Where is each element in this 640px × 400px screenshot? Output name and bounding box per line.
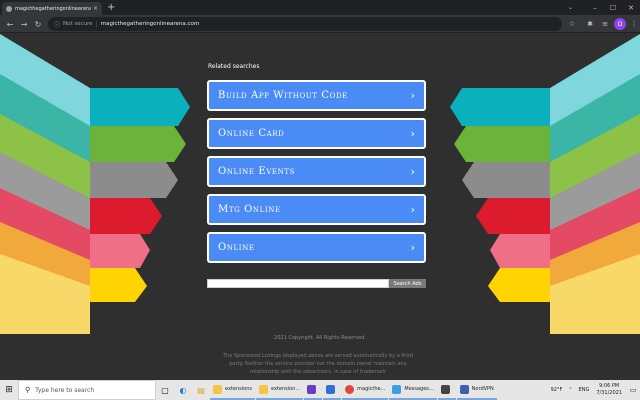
chrome-icon: [345, 384, 355, 394]
globe-icon: [6, 5, 12, 12]
tab-search-icon[interactable]: ⌄: [568, 0, 578, 15]
arrow-left-red: [90, 198, 162, 234]
edge-icon[interactable]: ◐: [174, 380, 192, 400]
minimize-icon[interactable]: –: [586, 0, 604, 15]
taskbar-app-label: Messages...: [404, 386, 434, 392]
app-icon: [440, 384, 450, 394]
weather-text[interactable]: 92°F: [551, 387, 563, 393]
copyright-text: 2021 Copyright. All Rights Reserved.: [274, 335, 366, 341]
extensions-icon[interactable]: ✱: [584, 18, 596, 30]
browser-tab[interactable]: magicthegatheringonlinearena.co ×: [2, 2, 102, 15]
clock[interactable]: 9:06 PM 7/31/2021: [596, 383, 622, 397]
arrow-right-gray: [462, 162, 550, 198]
profile-avatar[interactable]: D: [614, 18, 626, 30]
clock-date: 7/31/2021: [596, 390, 622, 396]
arrow-right-yellow: [488, 268, 550, 302]
taskbar-app-purple[interactable]: [304, 380, 323, 400]
taskbar-app-label: extension...: [270, 386, 301, 392]
link-label: Online: [218, 242, 255, 253]
mail-icon: [326, 384, 336, 394]
arrow-right-green: [454, 126, 550, 162]
close-window-icon[interactable]: ✕: [622, 0, 640, 15]
ad-search-form: Search Ads: [207, 279, 426, 288]
arrow-left-teal: [90, 88, 190, 126]
tab-strip: magicthegatheringonlinearena.co × + ⌄ – …: [0, 0, 640, 15]
arrow-right-teal: [450, 88, 550, 126]
chevron-right-icon: ›: [410, 127, 415, 140]
ad-search-input[interactable]: [207, 279, 389, 288]
url-text[interactable]: magicthegatheringonlinearena.com: [101, 21, 199, 27]
taskbar-app-label: magicthe...: [357, 386, 386, 392]
task-view-icon[interactable]: ▢: [156, 380, 174, 400]
link-label: Online Events: [218, 166, 296, 177]
search-ads-button[interactable]: Search Ads: [389, 279, 426, 288]
taskbar-app-dark[interactable]: [437, 380, 456, 400]
forward-icon[interactable]: →: [18, 18, 30, 30]
chevron-right-icon: ›: [410, 89, 415, 102]
taskbar-app-extensions-2[interactable]: extension...: [255, 380, 304, 400]
menu-icon[interactable]: ⋮: [628, 18, 640, 30]
arrow-left-gray: [90, 162, 178, 198]
arrow-left-yellow: [90, 268, 147, 302]
messages-icon: [392, 384, 402, 394]
disclaimer-text: The Sponsored Listings displayed above a…: [222, 353, 414, 375]
bookmark-star-icon[interactable]: ☆: [566, 18, 578, 30]
info-icon[interactable]: ⓘ: [54, 20, 60, 29]
taskbar-search-placeholder: Type here to search: [35, 386, 95, 394]
notification-icon[interactable]: ▭: [626, 380, 640, 400]
link-label: Online Card: [218, 128, 285, 139]
link-label: Mtg Online: [218, 204, 281, 215]
chevron-right-icon: ›: [410, 241, 415, 254]
chevron-right-icon: ›: [410, 165, 415, 178]
security-status: Not secure: [63, 21, 93, 27]
taskbar-app-label: NordVPN: [471, 386, 494, 392]
media-icon[interactable]: ≡: [599, 18, 611, 30]
related-link-online-card[interactable]: Online Card ›: [207, 118, 426, 149]
folder-icon: [213, 384, 222, 394]
taskbar-app-chrome[interactable]: magicthe...: [342, 380, 389, 400]
address-bar[interactable]: ⓘ Not secure | magicthegatheringonlinear…: [48, 17, 562, 31]
page-content: Related searches Build App Without Code …: [0, 34, 640, 375]
new-tab-button[interactable]: +: [107, 2, 115, 13]
system-tray: 92°F ⌃ ENG 9:06 PM 7/31/2021 ▭: [548, 380, 640, 400]
related-link-build-app[interactable]: Build App Without Code ›: [207, 80, 426, 111]
maximize-icon[interactable]: ☐: [604, 0, 622, 15]
taskbar: ⊞ ⚲ Type here to search ▢ ◐ ▤ extensions…: [0, 380, 640, 400]
taskbar-search-box[interactable]: ⚲ Type here to search: [18, 380, 156, 400]
browser-toolbar: ← → ↻ ⓘ Not secure | magicthegatheringon…: [0, 15, 640, 33]
taskbar-app-nordvpn[interactable]: NordVPN: [456, 380, 497, 400]
related-link-online[interactable]: Online ›: [207, 232, 426, 263]
related-link-online-events[interactable]: Online Events ›: [207, 156, 426, 187]
related-link-mtg-online[interactable]: Mtg Online ›: [207, 194, 426, 225]
clock-time: 9:06 PM: [599, 383, 620, 389]
link-label: Build App Without Code: [218, 90, 348, 101]
arrow-left-pink: [90, 234, 150, 268]
taskbar-app-extensions-1[interactable]: extensions: [210, 380, 255, 400]
close-tab-icon[interactable]: ×: [93, 5, 98, 12]
folder-icon: [258, 384, 268, 394]
taskbar-app-label: extensions: [225, 386, 252, 392]
reload-icon[interactable]: ↻: [32, 18, 44, 30]
arrow-left-green: [90, 126, 186, 162]
file-explorer-icon[interactable]: ▤: [192, 380, 210, 400]
url-separator: |: [95, 20, 98, 28]
tray-overflow-icon[interactable]: ⌃: [568, 387, 572, 393]
language-indicator[interactable]: ENG: [579, 387, 590, 393]
arrow-right-pink: [490, 234, 550, 268]
arrow-right-red: [476, 198, 550, 234]
nordvpn-icon: [459, 384, 469, 394]
search-icon: ⚲: [25, 386, 31, 394]
app-icon: [307, 384, 317, 394]
back-icon[interactable]: ←: [4, 18, 16, 30]
taskbar-app-mail[interactable]: [323, 380, 342, 400]
windows-start-icon[interactable]: ⊞: [0, 380, 18, 400]
tab-title: magicthegatheringonlinearena.co: [15, 5, 91, 12]
chevron-right-icon: ›: [410, 203, 415, 216]
related-searches-title: Related searches: [208, 63, 260, 70]
taskbar-app-messages[interactable]: Messages...: [389, 380, 437, 400]
